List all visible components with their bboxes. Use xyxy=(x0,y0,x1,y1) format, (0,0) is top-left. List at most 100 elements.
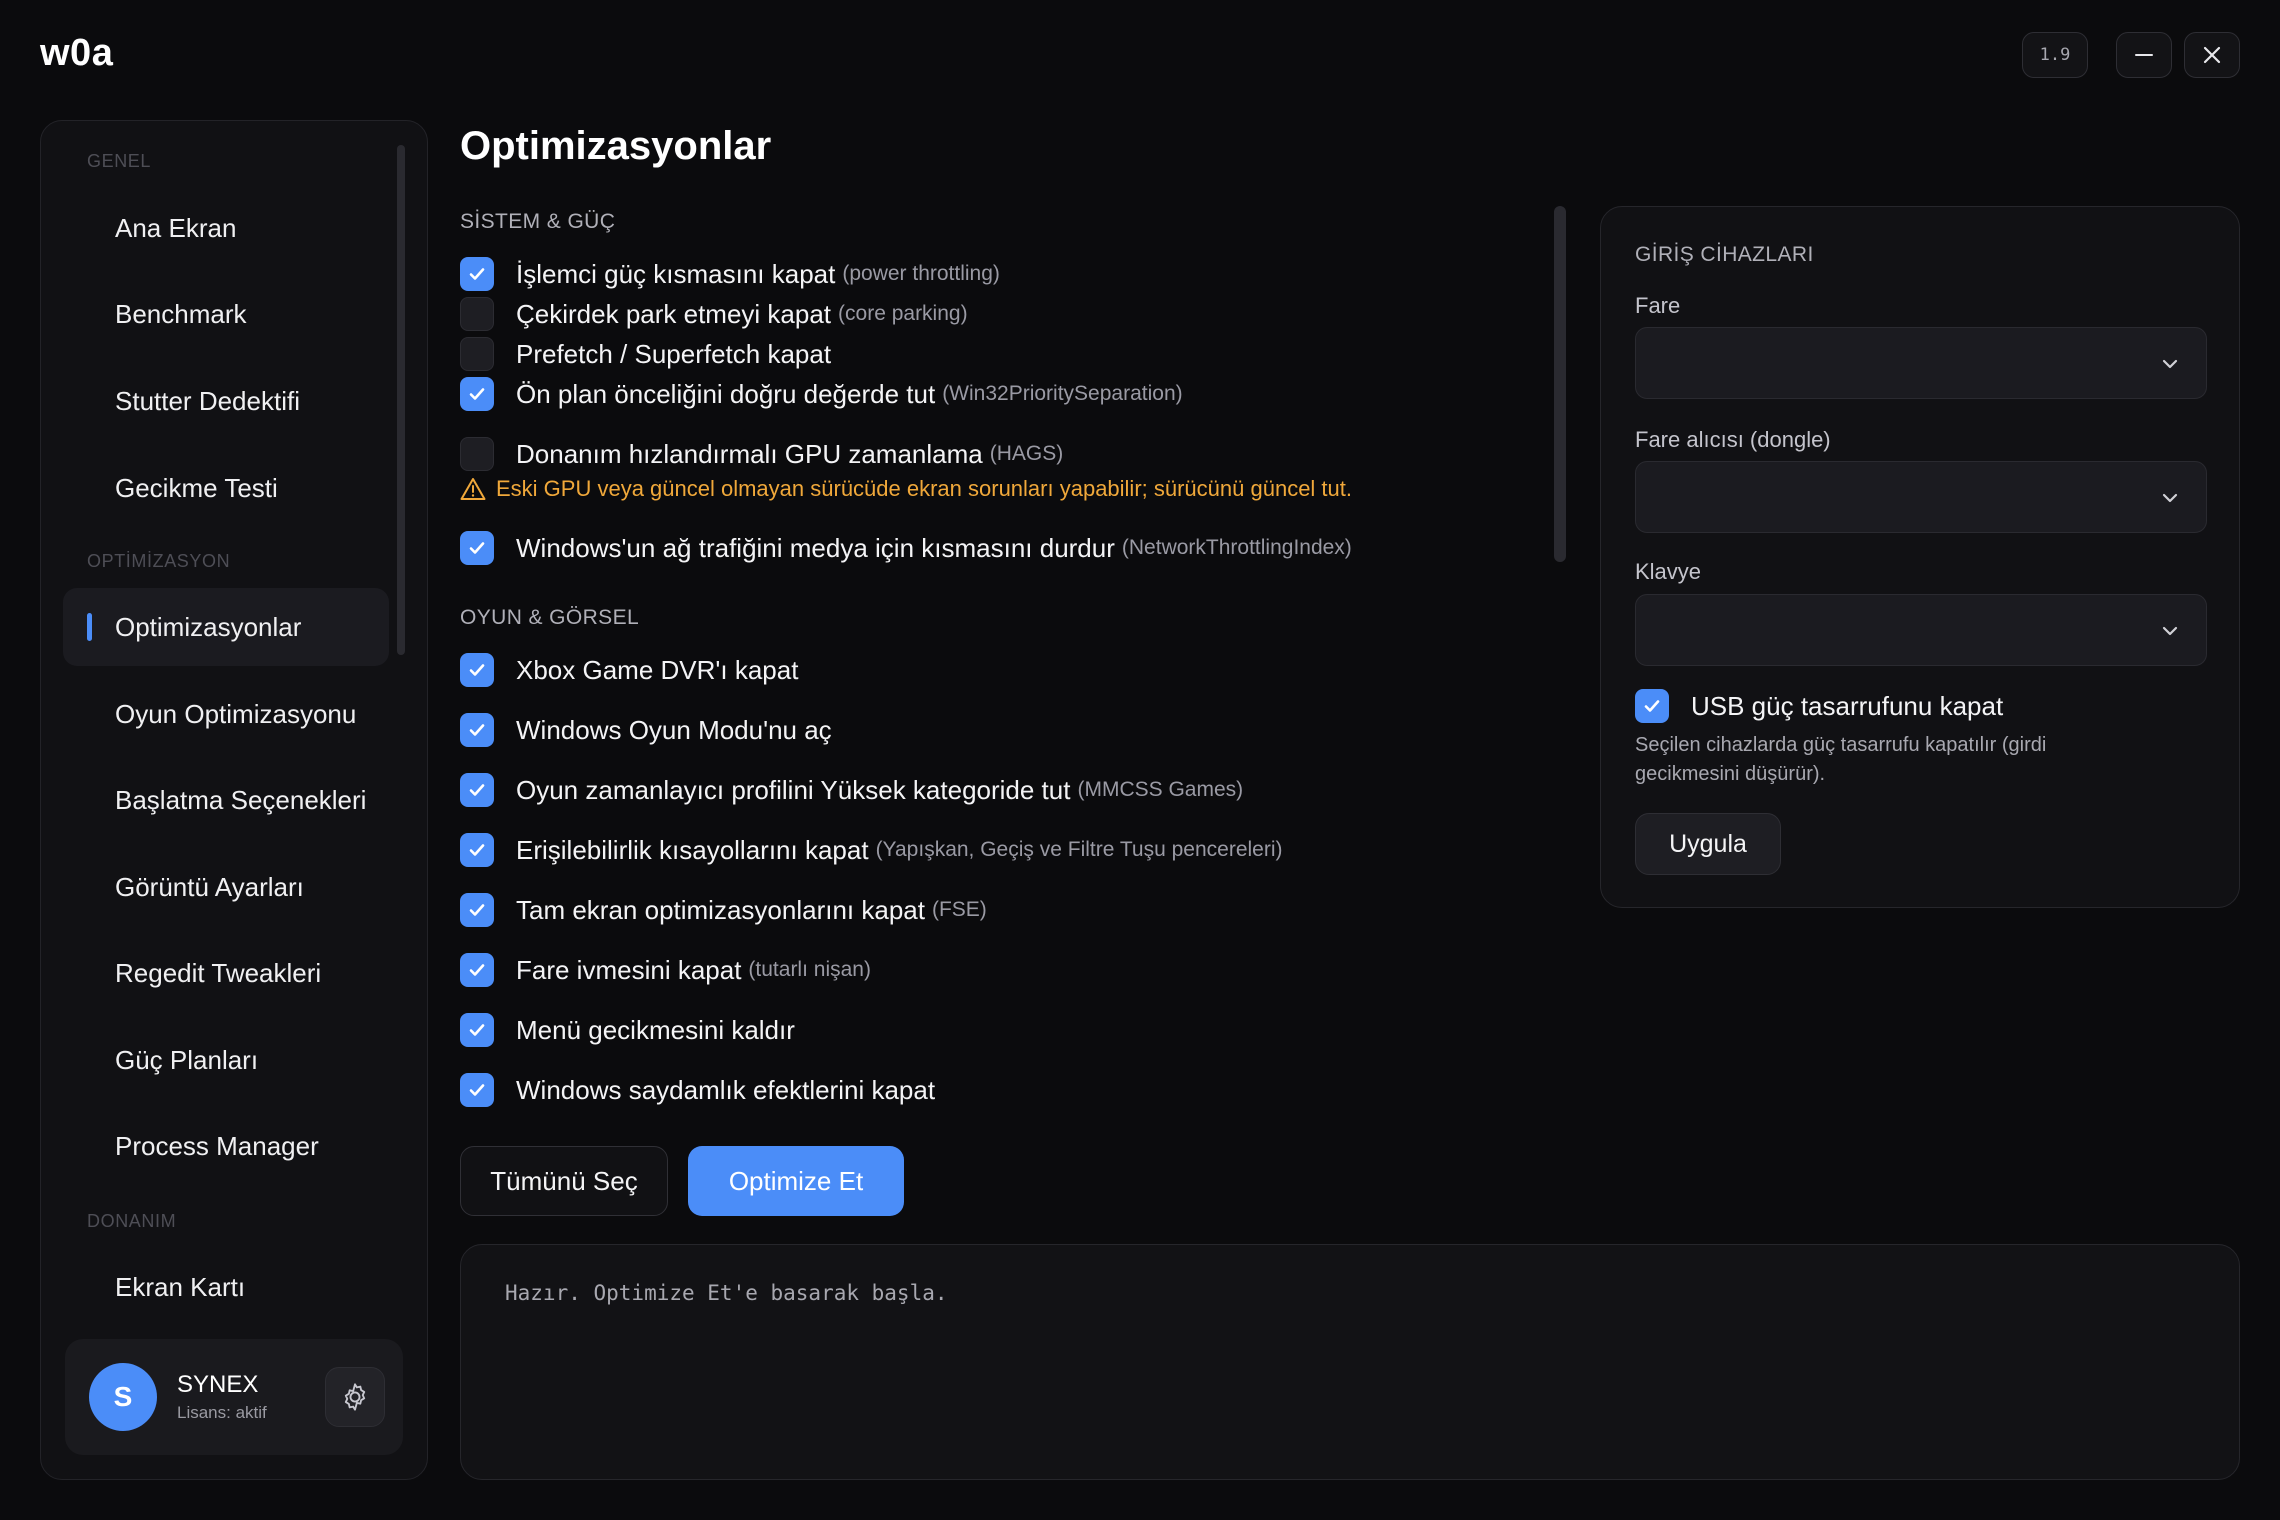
main-scrollbar[interactable] xyxy=(1554,206,1566,562)
sidebar-item-process-manager[interactable]: Process Manager xyxy=(63,1107,389,1185)
option-game-mode[interactable]: Windows Oyun Modu'nu aç xyxy=(460,710,832,750)
check-icon xyxy=(469,904,485,916)
sidebar-item-guc-planlari[interactable]: Güç Planları xyxy=(63,1021,389,1099)
checkbox[interactable] xyxy=(460,297,494,331)
option-hint: (power throttling) xyxy=(842,262,1000,285)
option-hint: (FSE) xyxy=(931,898,987,921)
minimize-icon xyxy=(2135,54,2153,56)
check-icon xyxy=(469,1024,485,1036)
sidebar-item-ana-ekran[interactable]: Ana Ekran xyxy=(63,189,389,267)
option-label: Windows Oyun Modu'nu aç xyxy=(516,714,832,745)
checkbox[interactable] xyxy=(460,833,494,867)
option-hint: (tutarlı nişan) xyxy=(748,958,871,981)
checkbox[interactable] xyxy=(460,653,494,687)
checkbox[interactable] xyxy=(460,773,494,807)
option-label: Menü gecikmesini kaldır xyxy=(516,1014,795,1045)
check-icon xyxy=(469,664,485,676)
checkbox[interactable] xyxy=(460,377,494,411)
checkbox[interactable] xyxy=(460,953,494,987)
section-heading-oyun: OYUN & GÖRSEL xyxy=(460,606,640,629)
keyboard-select[interactable] xyxy=(1635,594,2207,666)
option-accessibility-shortcuts[interactable]: Erişilebilirlik kısayollarını kapat (Yap… xyxy=(460,830,1283,870)
app-title: w0a xyxy=(40,32,114,74)
checkbox[interactable] xyxy=(460,337,494,371)
sidebar-item-oyun-optimizasyonu[interactable]: Oyun Optimizasyonu xyxy=(63,675,389,753)
license-status: Lisans: aktif xyxy=(177,1403,267,1422)
option-hags[interactable]: Donanım hızlandırmalı GPU zamanlama (HAG… xyxy=(460,434,1063,474)
log-panel: Hazır. Optimize Et'e basarak başla. xyxy=(460,1244,2240,1480)
checkbox[interactable] xyxy=(460,1073,494,1107)
sidebar-scrollbar[interactable] xyxy=(397,145,405,655)
user-name: SYNEX xyxy=(177,1371,259,1398)
option-fse[interactable]: Tam ekran optimizasyonlarını kapat (FSE) xyxy=(460,890,987,930)
option-win32-priority[interactable]: Ön plan önceliğini doğru değerde tut (Wi… xyxy=(460,374,1183,414)
checkbox[interactable] xyxy=(1635,689,1669,723)
select-all-button[interactable]: Tümünü Seç xyxy=(460,1146,668,1216)
option-hint: (MMCSS Games) xyxy=(1077,778,1244,801)
sidebar-item-ekran-karti[interactable]: Ekran Kartı xyxy=(63,1248,389,1326)
sidebar-item-regedit-tweakleri[interactable]: Regedit Tweakleri xyxy=(63,934,389,1012)
checkbox[interactable] xyxy=(460,893,494,927)
settings-button[interactable] xyxy=(325,1367,385,1427)
option-label: Xbox Game DVR'ı kapat xyxy=(516,654,799,685)
checkbox[interactable] xyxy=(460,257,494,291)
option-label: Çekirdek park etmeyi kapat xyxy=(516,298,832,329)
option-label: Fare ivmesini kapat xyxy=(516,954,742,985)
checkbox[interactable] xyxy=(460,713,494,747)
option-hint: (HAGS) xyxy=(989,442,1064,465)
keyboard-label: Klavye xyxy=(1635,559,1702,584)
sidebar-item-optimizasyonlar[interactable]: Optimizasyonlar xyxy=(63,588,389,666)
page-title: Optimizasyonlar xyxy=(460,124,772,168)
avatar: S xyxy=(89,1363,157,1431)
option-core-parking[interactable]: Çekirdek park etmeyi kapat (core parking… xyxy=(460,294,968,334)
option-menu-delay[interactable]: Menü gecikmesini kaldır xyxy=(460,1010,795,1050)
option-hint: (NetworkThrottlingIndex) xyxy=(1121,536,1352,559)
checkbox[interactable] xyxy=(460,531,494,565)
mouse-label: Fare xyxy=(1635,293,1681,318)
check-icon xyxy=(469,1084,485,1096)
sidebar-item-stutter-dedektifi[interactable]: Stutter Dedektifi xyxy=(63,362,389,440)
option-transparency[interactable]: Windows saydamlık efektlerini kapat xyxy=(460,1070,935,1110)
mouse-select[interactable] xyxy=(1635,327,2207,399)
option-prefetch[interactable]: Prefetch / Superfetch kapat xyxy=(460,334,831,374)
check-icon xyxy=(469,268,485,280)
option-mmcss[interactable]: Oyun zamanlayıcı profilini Yüksek katego… xyxy=(460,770,1243,810)
sidebar-item-goruntu-ayarlari[interactable]: Görüntü Ayarları xyxy=(63,848,389,926)
chevron-down-icon xyxy=(2162,359,2178,369)
user-card: S SYNEX Lisans: aktif xyxy=(65,1339,403,1455)
check-icon xyxy=(469,724,485,736)
minimize-button[interactable] xyxy=(2116,32,2172,78)
hags-warning: Eski GPU veya güncel olmayan sürücüde ek… xyxy=(460,476,1352,502)
sidebar-item-gecikme-testi[interactable]: Gecikme Testi xyxy=(63,449,389,527)
close-icon xyxy=(2203,46,2221,64)
check-icon xyxy=(469,784,485,796)
apply-button[interactable]: Uygula xyxy=(1635,813,1781,875)
dongle-label: Fare alıcısı (dongle) xyxy=(1635,427,1831,452)
sidebar-item-baslatma-secenekleri[interactable]: Başlatma Seçenekleri xyxy=(63,761,389,839)
option-hint: (core parking) xyxy=(838,302,968,325)
dongle-select[interactable] xyxy=(1635,461,2207,533)
option-xbox-dvr[interactable]: Xbox Game DVR'ı kapat xyxy=(460,650,798,690)
option-label: Oyun zamanlayıcı profilini Yüksek katego… xyxy=(516,774,1071,805)
warning-text: Eski GPU veya güncel olmayan sürücüde ek… xyxy=(496,476,1353,501)
sidebar-item-benchmark[interactable]: Benchmark xyxy=(63,275,389,353)
gear-icon xyxy=(344,1383,366,1411)
close-button[interactable] xyxy=(2184,32,2240,78)
checkbox[interactable] xyxy=(460,1013,494,1047)
option-network-throttling[interactable]: Windows'un ağ trafiğini medya için kısma… xyxy=(460,528,1352,568)
option-label: Ön plan önceliğini doğru değerde tut xyxy=(516,378,936,409)
option-label: Prefetch / Superfetch kapat xyxy=(516,338,832,369)
usb-power-saving-option[interactable]: USB güç tasarrufunu kapat xyxy=(1635,689,2003,723)
option-power-throttling[interactable]: İşlemci güç kısmasını kapat (power throt… xyxy=(460,254,1000,294)
checkbox[interactable] xyxy=(460,437,494,471)
input-devices-panel: GİRİŞ CİHAZLARI Fare Fare alıcısı (dongl… xyxy=(1600,206,2240,908)
option-label: Windows saydamlık efektlerini kapat xyxy=(516,1074,936,1105)
log-text: Hazır. Optimize Et'e basarak başla. xyxy=(505,1281,948,1305)
option-label: Erişilebilirlik kısayollarını kapat xyxy=(516,834,869,865)
option-mouse-acceleration[interactable]: Fare ivmesini kapat (tutarlı nişan) xyxy=(460,950,871,990)
warning-icon xyxy=(460,478,486,500)
nav-section-donanim: DONANIM xyxy=(87,1211,177,1231)
optimize-button[interactable]: Optimize Et xyxy=(688,1146,904,1216)
chevron-down-icon xyxy=(2162,493,2178,503)
check-icon xyxy=(469,388,485,400)
